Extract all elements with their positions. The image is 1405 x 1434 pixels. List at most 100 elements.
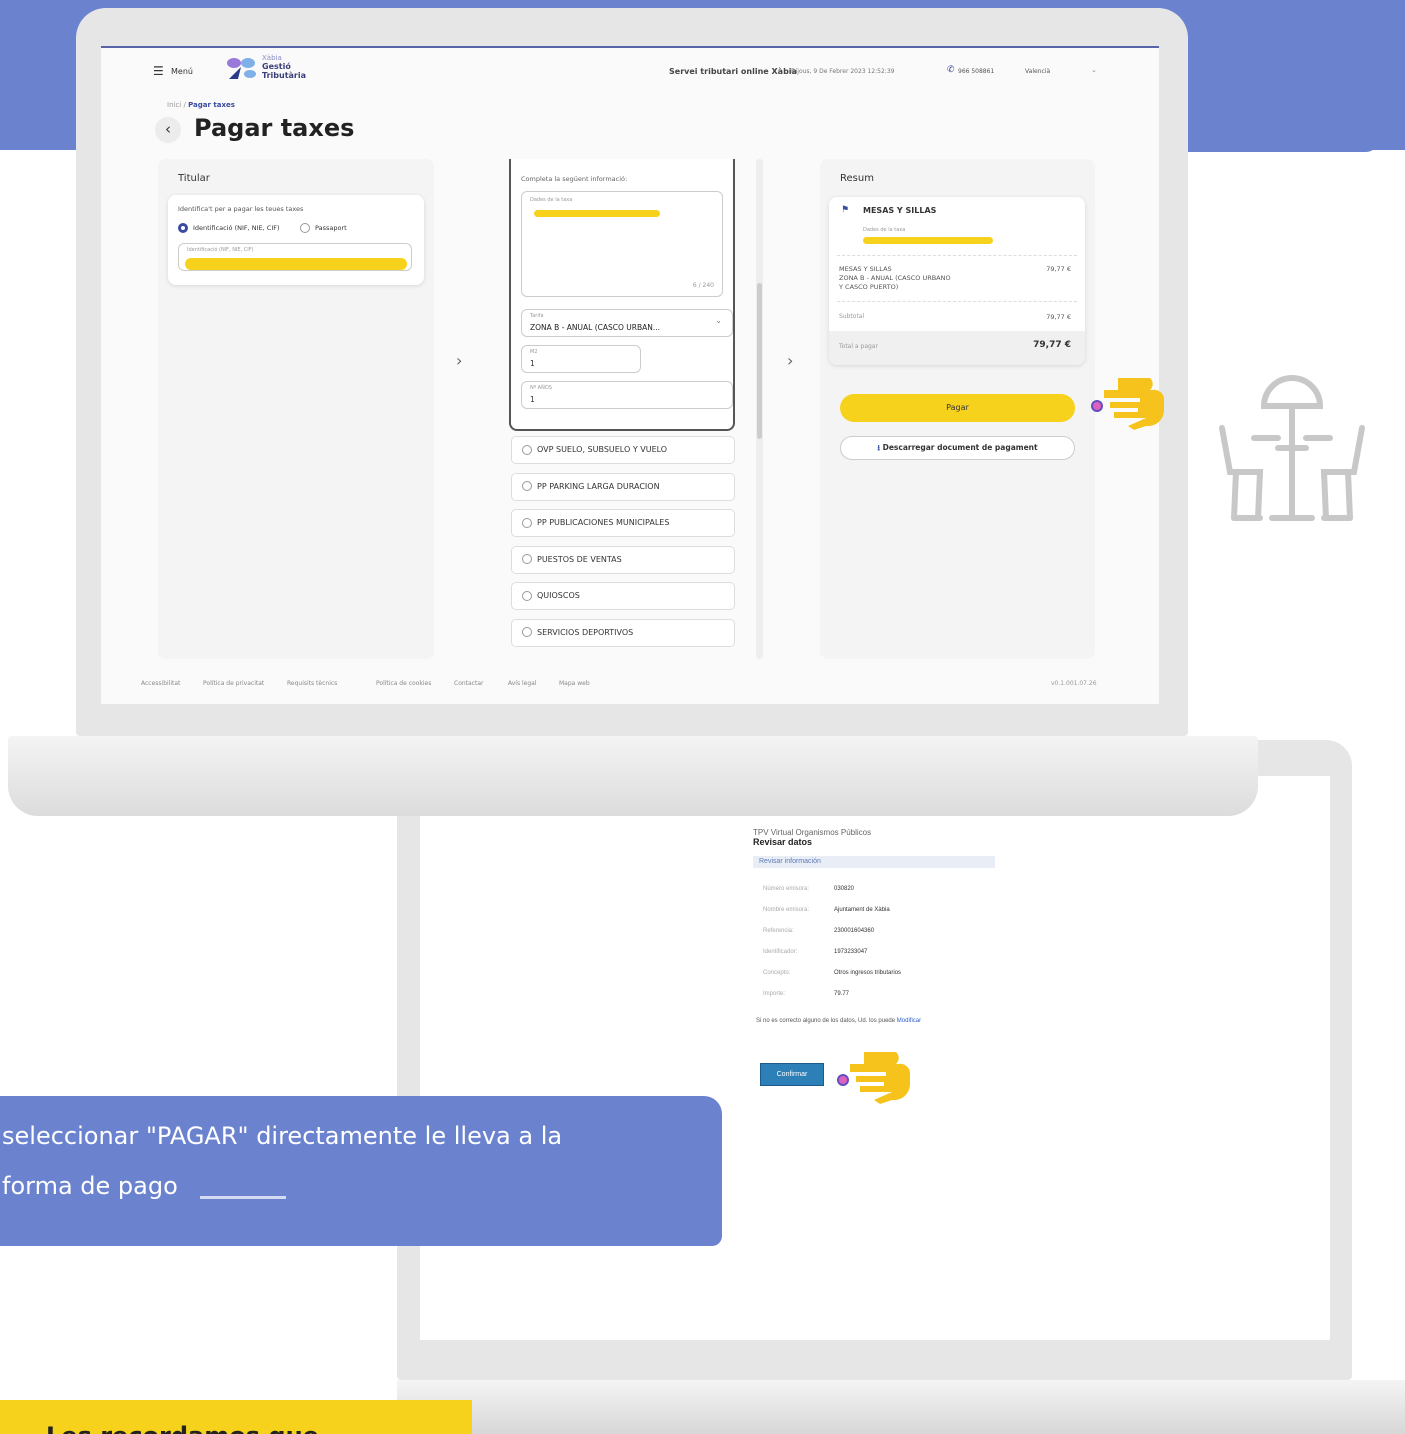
tax-option-label: SERVICIOS DEPORTIVOS	[537, 627, 634, 637]
radio-off-icon	[522, 554, 532, 564]
tpv-row-label: Referencia:	[763, 928, 794, 934]
breadcrumb-home[interactable]: Inici	[167, 101, 181, 109]
download-label: Descarregar document de pagament	[882, 443, 1038, 452]
anios-input[interactable]: Nº AÑOS 1	[521, 381, 733, 409]
radio-identification[interactable]: Identificació (NIF, NIE, CIF)	[178, 223, 280, 233]
footer-link[interactable]: Requisits tècnics	[287, 680, 337, 687]
divider	[837, 255, 1077, 256]
page-title: Pagar taxes	[194, 114, 355, 142]
tpv-row-value: Ajuntament de Xàbia	[834, 907, 890, 913]
tax-option[interactable]: PP PUBLICACIONES MUNICIPALES	[511, 509, 735, 537]
tpv-section-label: Revisar información	[759, 858, 821, 865]
resum-datos-label: Dades de la taxa	[863, 227, 906, 233]
tax-item-icon: ⚑	[841, 205, 850, 215]
footer-link[interactable]: Política de cookies	[376, 680, 431, 687]
radio-off-icon	[522, 444, 532, 455]
radio-off-icon	[522, 627, 532, 637]
tax-option-label: QUIOSCOS	[537, 591, 580, 600]
tax-option[interactable]: SERVICIOS DEPORTIVOS	[511, 618, 735, 647]
callout-line2: forma de pago	[2, 1172, 178, 1200]
language-select[interactable]: Valencià	[1025, 68, 1050, 75]
total-amount: 79,77 €	[1033, 340, 1071, 350]
chevron-right-icon[interactable]: ›	[787, 351, 793, 370]
footer-link[interactable]: Mapa web	[559, 680, 590, 687]
m2-label: M2	[530, 349, 538, 355]
divider	[837, 301, 1077, 302]
back-button[interactable]: ‹	[155, 117, 181, 143]
tax-option-label: PP PUBLICACIONES MUNICIPALES	[537, 518, 670, 527]
pointing-hand-icon	[837, 1052, 911, 1104]
menu-label[interactable]: Menú	[171, 67, 193, 76]
tpv-row-value: Otros ingresos tributarios	[834, 970, 902, 976]
datos-textarea[interactable]: Dades de la taxa 6 / 240	[521, 191, 723, 297]
char-count: 6 / 240	[692, 282, 714, 289]
bottom-note-banner: Les recordamos que	[0, 1400, 472, 1434]
breadcrumb-current: Pagar taxes	[188, 101, 235, 109]
footer-link[interactable]: Contactar	[454, 680, 484, 687]
m2-input[interactable]: M2 1	[521, 345, 641, 373]
tpv-row-label: Concepto:	[763, 970, 791, 976]
tax-option[interactable]: OVP SUELO, SUBSUELO Y VUELO	[511, 436, 735, 464]
line-desc1: ZONA B - ANUAL (CASCO URBANO	[839, 274, 951, 282]
confirm-button[interactable]: Confirmar	[760, 1063, 824, 1086]
identification-input[interactable]: Identificació (NIF, NIE, CIF)	[178, 243, 412, 271]
chevron-down-icon[interactable]: ⌄	[1091, 66, 1097, 74]
redacted-id-value	[185, 258, 407, 270]
version: v0.1.001.07.26	[1051, 680, 1097, 687]
download-button[interactable]: ⭳ Descarregar document de pagament	[840, 436, 1075, 460]
datos-label: Dades de la taxa	[530, 197, 573, 203]
line-name: MESAS Y SILLAS	[839, 265, 892, 273]
selected-tax-card: Completa la següent informació: Dades de…	[509, 159, 735, 431]
tpv-note: Si no es correcto alguno de los datos, U…	[756, 1018, 921, 1024]
m2-value: 1	[530, 359, 535, 368]
phone-number[interactable]: 966 508861	[958, 68, 994, 75]
tax-option[interactable]: PP PARKING LARGA DURACION	[511, 472, 735, 501]
redacted-resum-datos	[863, 237, 993, 244]
option-id-label: Identificació (NIF, NIE, CIF)	[193, 224, 280, 232]
chevron-right-icon[interactable]: ›	[456, 351, 462, 370]
radio-on-icon	[178, 223, 188, 233]
subtotal-amount: 79,77 €	[1046, 313, 1071, 321]
titular-heading: Titular	[178, 173, 210, 184]
tax-option-label: PP PARKING LARGA DURACION	[537, 481, 660, 491]
tax-form-panel: Completa la següent informació: Dades de…	[501, 159, 753, 659]
footer-link[interactable]: Avís legal	[508, 680, 537, 687]
radio-off-icon	[522, 481, 532, 491]
form-scrollbar[interactable]	[756, 159, 763, 659]
pointing-hand-icon	[1091, 378, 1165, 430]
resum-panel: Resum ⚑ MESAS Y SILLAS Dades de la taxa …	[820, 159, 1095, 659]
resum-item-title: MESAS Y SILLAS	[863, 206, 937, 215]
hamburger-icon[interactable]: ☰	[153, 64, 164, 78]
second-laptop-base	[397, 1380, 1405, 1434]
pay-button[interactable]: Pagar	[840, 394, 1075, 422]
resum-card: ⚑ MESAS Y SILLAS Dades de la taxa MESAS …	[829, 197, 1085, 365]
phone-icon: ✆	[947, 65, 955, 75]
form-intro: Completa la següent informació:	[521, 175, 628, 183]
radio-off-icon	[522, 517, 532, 528]
modify-link[interactable]: Modificar	[897, 1018, 921, 1024]
tpv-row-label: Identificador:	[763, 949, 798, 955]
radio-passport[interactable]: Passaport	[300, 223, 347, 233]
tax-option[interactable]: QUIOSCOS	[511, 582, 735, 610]
tpv-subtitle: TPV Virtual Organismos Públicos	[753, 828, 872, 837]
callout-banner	[0, 1096, 722, 1246]
datetime: Dijous, 9 De Febrer 2023 12:52:39	[791, 68, 895, 75]
brand-line2: Tributària	[262, 71, 306, 80]
footer-link[interactable]: Accessibilitat	[141, 680, 180, 687]
option-passport-label: Passaport	[315, 224, 347, 232]
tarifa-label: Tarifa	[530, 313, 544, 319]
tpv-row-value: 79.77	[834, 991, 850, 997]
titular-prompt: Identifica't per a pagar les teues taxes	[178, 205, 304, 213]
callout-line1: seleccionar "PAGAR" directamente le llev…	[2, 1122, 563, 1150]
brand-line1: Gestió	[262, 62, 291, 71]
tarifa-value: ZONA B - ANUAL (CASCO URBAN...	[530, 323, 661, 332]
tpv-row-value: 030820	[834, 886, 855, 892]
footer-link[interactable]: Política de privacitat	[203, 680, 264, 687]
tax-option[interactable]: PUESTOS DE VENTAS	[511, 545, 735, 574]
tarifa-select[interactable]: Tarifa ZONA B - ANUAL (CASCO URBAN... ⌄	[521, 309, 733, 337]
scrollbar-thumb[interactable]	[757, 283, 762, 439]
tax-option-label: PUESTOS DE VENTAS	[537, 554, 622, 564]
top-right-brush-tail	[1188, 140, 1378, 152]
subtotal-label: Subtotal	[839, 313, 865, 320]
service-title: Servei tributari online Xàbia	[669, 67, 797, 76]
